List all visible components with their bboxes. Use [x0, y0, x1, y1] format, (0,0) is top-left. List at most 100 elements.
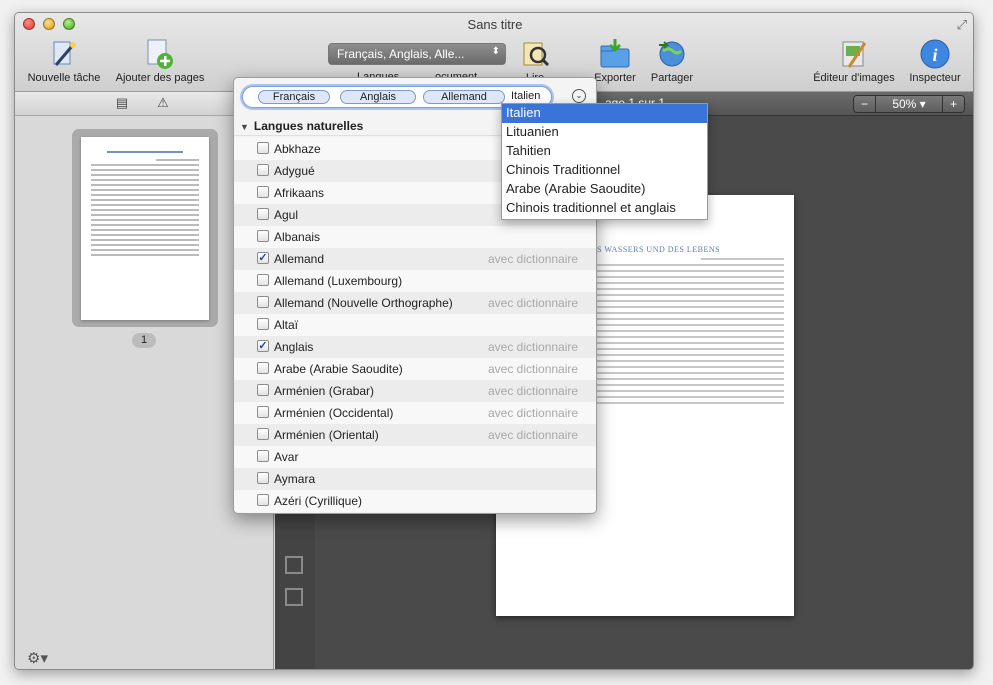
language-row[interactable]: Altaï	[234, 314, 596, 336]
language-name: Arménien (Occidental)	[274, 406, 394, 420]
add-page-icon	[147, 39, 173, 69]
language-checkbox[interactable]	[257, 208, 269, 220]
language-row[interactable]: ✓ Anglais avec dictionnaire	[234, 336, 596, 358]
pages-tab-icon[interactable]: ▤	[107, 95, 137, 113]
language-name: Albanais	[274, 230, 321, 244]
language-name: Agul	[274, 208, 299, 222]
language-checkbox[interactable]	[257, 318, 269, 330]
share-label: Partager	[650, 72, 694, 84]
image-editor-icon	[842, 41, 867, 68]
language-name: Allemand (Nouvelle Orthographe)	[274, 296, 453, 310]
svg-text:i: i	[932, 45, 937, 65]
language-row[interactable]: Avar	[234, 446, 596, 468]
language-checkbox[interactable]	[257, 406, 269, 418]
disclosure-triangle-icon[interactable]: ▼	[240, 122, 249, 132]
language-row[interactable]: Arménien (Grabar) avec dictionnaire	[234, 380, 596, 402]
token-francais[interactable]: Français	[258, 90, 330, 104]
dictionary-note: avec dictionnaire	[488, 296, 579, 310]
language-row[interactable]: Azéri (Cyrillique)	[234, 490, 596, 512]
export-button[interactable]: Exporter	[589, 37, 641, 84]
updown-arrow-icon: ⬍	[491, 46, 500, 57]
language-name: Arabe (Arabie Saoudite)	[274, 362, 403, 376]
language-row[interactable]: Allemand (Luxembourg)	[234, 270, 596, 292]
gear-icon[interactable]: ⚙▾	[27, 649, 48, 667]
language-name: Arménien (Grabar)	[274, 384, 375, 398]
read-magnifier-icon	[523, 42, 550, 67]
language-name: Anglais	[274, 340, 314, 354]
language-checkbox[interactable]: ✓	[257, 252, 269, 264]
dictionary-note: avec dictionnaire	[488, 384, 579, 398]
language-name: Altaï	[274, 318, 299, 332]
autocomplete-item[interactable]: Chinois traditionnel et anglais	[502, 199, 707, 218]
language-row[interactable]: ✓ Allemand avec dictionnaire	[234, 248, 596, 270]
info-icon: i	[920, 39, 950, 69]
language-checkbox[interactable]	[257, 142, 269, 154]
group-header-label: Langues naturelles	[253, 119, 364, 133]
language-checkbox[interactable]	[257, 362, 269, 374]
new-task-button[interactable]: Nouvelle tâche	[23, 37, 105, 84]
language-name: Allemand (Luxembourg)	[274, 274, 403, 288]
grid-icon[interactable]	[285, 588, 303, 606]
language-select-value: Français, Anglais, Alle...	[337, 47, 465, 61]
language-name: Aymara	[274, 472, 316, 486]
dictionary-note: avec dictionnaire	[488, 406, 579, 420]
language-row[interactable]: Aymara	[234, 468, 596, 490]
zoom-out-button[interactable]: −	[854, 96, 876, 112]
dictionary-note: avec dictionnaire	[488, 428, 579, 442]
zoom-value[interactable]: 50% ▾	[876, 96, 942, 112]
language-row[interactable]: Allemand (Nouvelle Orthographe) avec dict…	[234, 292, 596, 314]
language-name: Allemand	[274, 252, 325, 266]
language-checkbox[interactable]	[257, 186, 269, 198]
language-checkbox[interactable]	[257, 274, 269, 286]
autocomplete-item[interactable]: Lituanien	[502, 123, 707, 142]
clear-chevron-icon[interactable]: ⌄	[572, 89, 586, 103]
language-row[interactable]: Arménien (Occidental) avec dictionnaire	[234, 402, 596, 424]
language-row[interactable]: Arabe (Arabie Saoudite) avec dictionnaire	[234, 358, 596, 380]
dictionary-note: avec dictionnaire	[488, 252, 579, 266]
token-anglais[interactable]: Anglais	[340, 90, 416, 104]
language-checkbox[interactable]	[257, 164, 269, 176]
language-name: Avar	[274, 450, 299, 464]
token-allemand[interactable]: Allemand	[423, 90, 505, 104]
new-task-label: Nouvelle tâche	[27, 72, 101, 84]
magic-wand-icon	[53, 41, 76, 66]
language-checkbox[interactable]	[257, 428, 269, 440]
language-checkbox[interactable]	[257, 450, 269, 462]
autocomplete-item[interactable]: Arabe (Arabie Saoudite)	[502, 180, 707, 199]
zoom-control: − 50% ▾ +	[853, 95, 965, 113]
page-thumbnail[interactable]	[72, 129, 218, 327]
add-pages-label: Ajouter des pages	[115, 72, 205, 84]
language-checkbox[interactable]	[257, 296, 269, 308]
language-row[interactable]: Albanais	[234, 226, 596, 248]
language-typing-text[interactable]: Italien	[509, 90, 554, 104]
language-name: Abkhaze	[274, 142, 321, 156]
language-checkbox[interactable]	[257, 384, 269, 396]
language-checkbox[interactable]: ✓	[257, 340, 269, 352]
language-name: Azéri (Cyrillique)	[274, 494, 363, 508]
language-select[interactable]: Français, Anglais, Alle... ⬍	[328, 43, 506, 65]
share-globe-icon	[659, 41, 685, 67]
window-title: Sans titre	[467, 17, 523, 32]
autocomplete-item[interactable]: Tahitien	[502, 142, 707, 161]
page-number-badge: 1	[132, 333, 156, 348]
dictionary-note: avec dictionnaire	[488, 340, 579, 354]
layout-icon[interactable]	[285, 556, 303, 574]
export-folder-icon	[600, 39, 630, 68]
autocomplete-item[interactable]: Chinois Traditionnel	[502, 161, 707, 180]
language-checkbox[interactable]	[257, 472, 269, 484]
fullscreen-icon[interactable]: ⤢	[957, 17, 967, 33]
add-pages-button[interactable]: Ajouter des pages	[111, 37, 209, 84]
language-checkbox[interactable]	[257, 230, 269, 242]
language-row[interactable]: Arménien (Oriental) avec dictionnaire	[234, 424, 596, 446]
autocomplete-item[interactable]: Italien	[502, 104, 707, 123]
share-button[interactable]: Partager	[645, 37, 699, 84]
language-checkbox[interactable]	[257, 494, 269, 506]
language-name: Arménien (Oriental)	[274, 428, 379, 442]
dictionary-note: avec dictionnaire	[488, 362, 579, 376]
zoom-in-button[interactable]: +	[942, 96, 964, 112]
warning-tab-icon[interactable]: ⚠	[148, 95, 178, 113]
inspector-label: Inspecteur	[909, 72, 961, 84]
inspector-button[interactable]: i Inspecteur	[905, 37, 965, 84]
language-name: Adygué	[274, 164, 315, 178]
image-editor-button[interactable]: Éditeur d'images	[807, 37, 901, 84]
